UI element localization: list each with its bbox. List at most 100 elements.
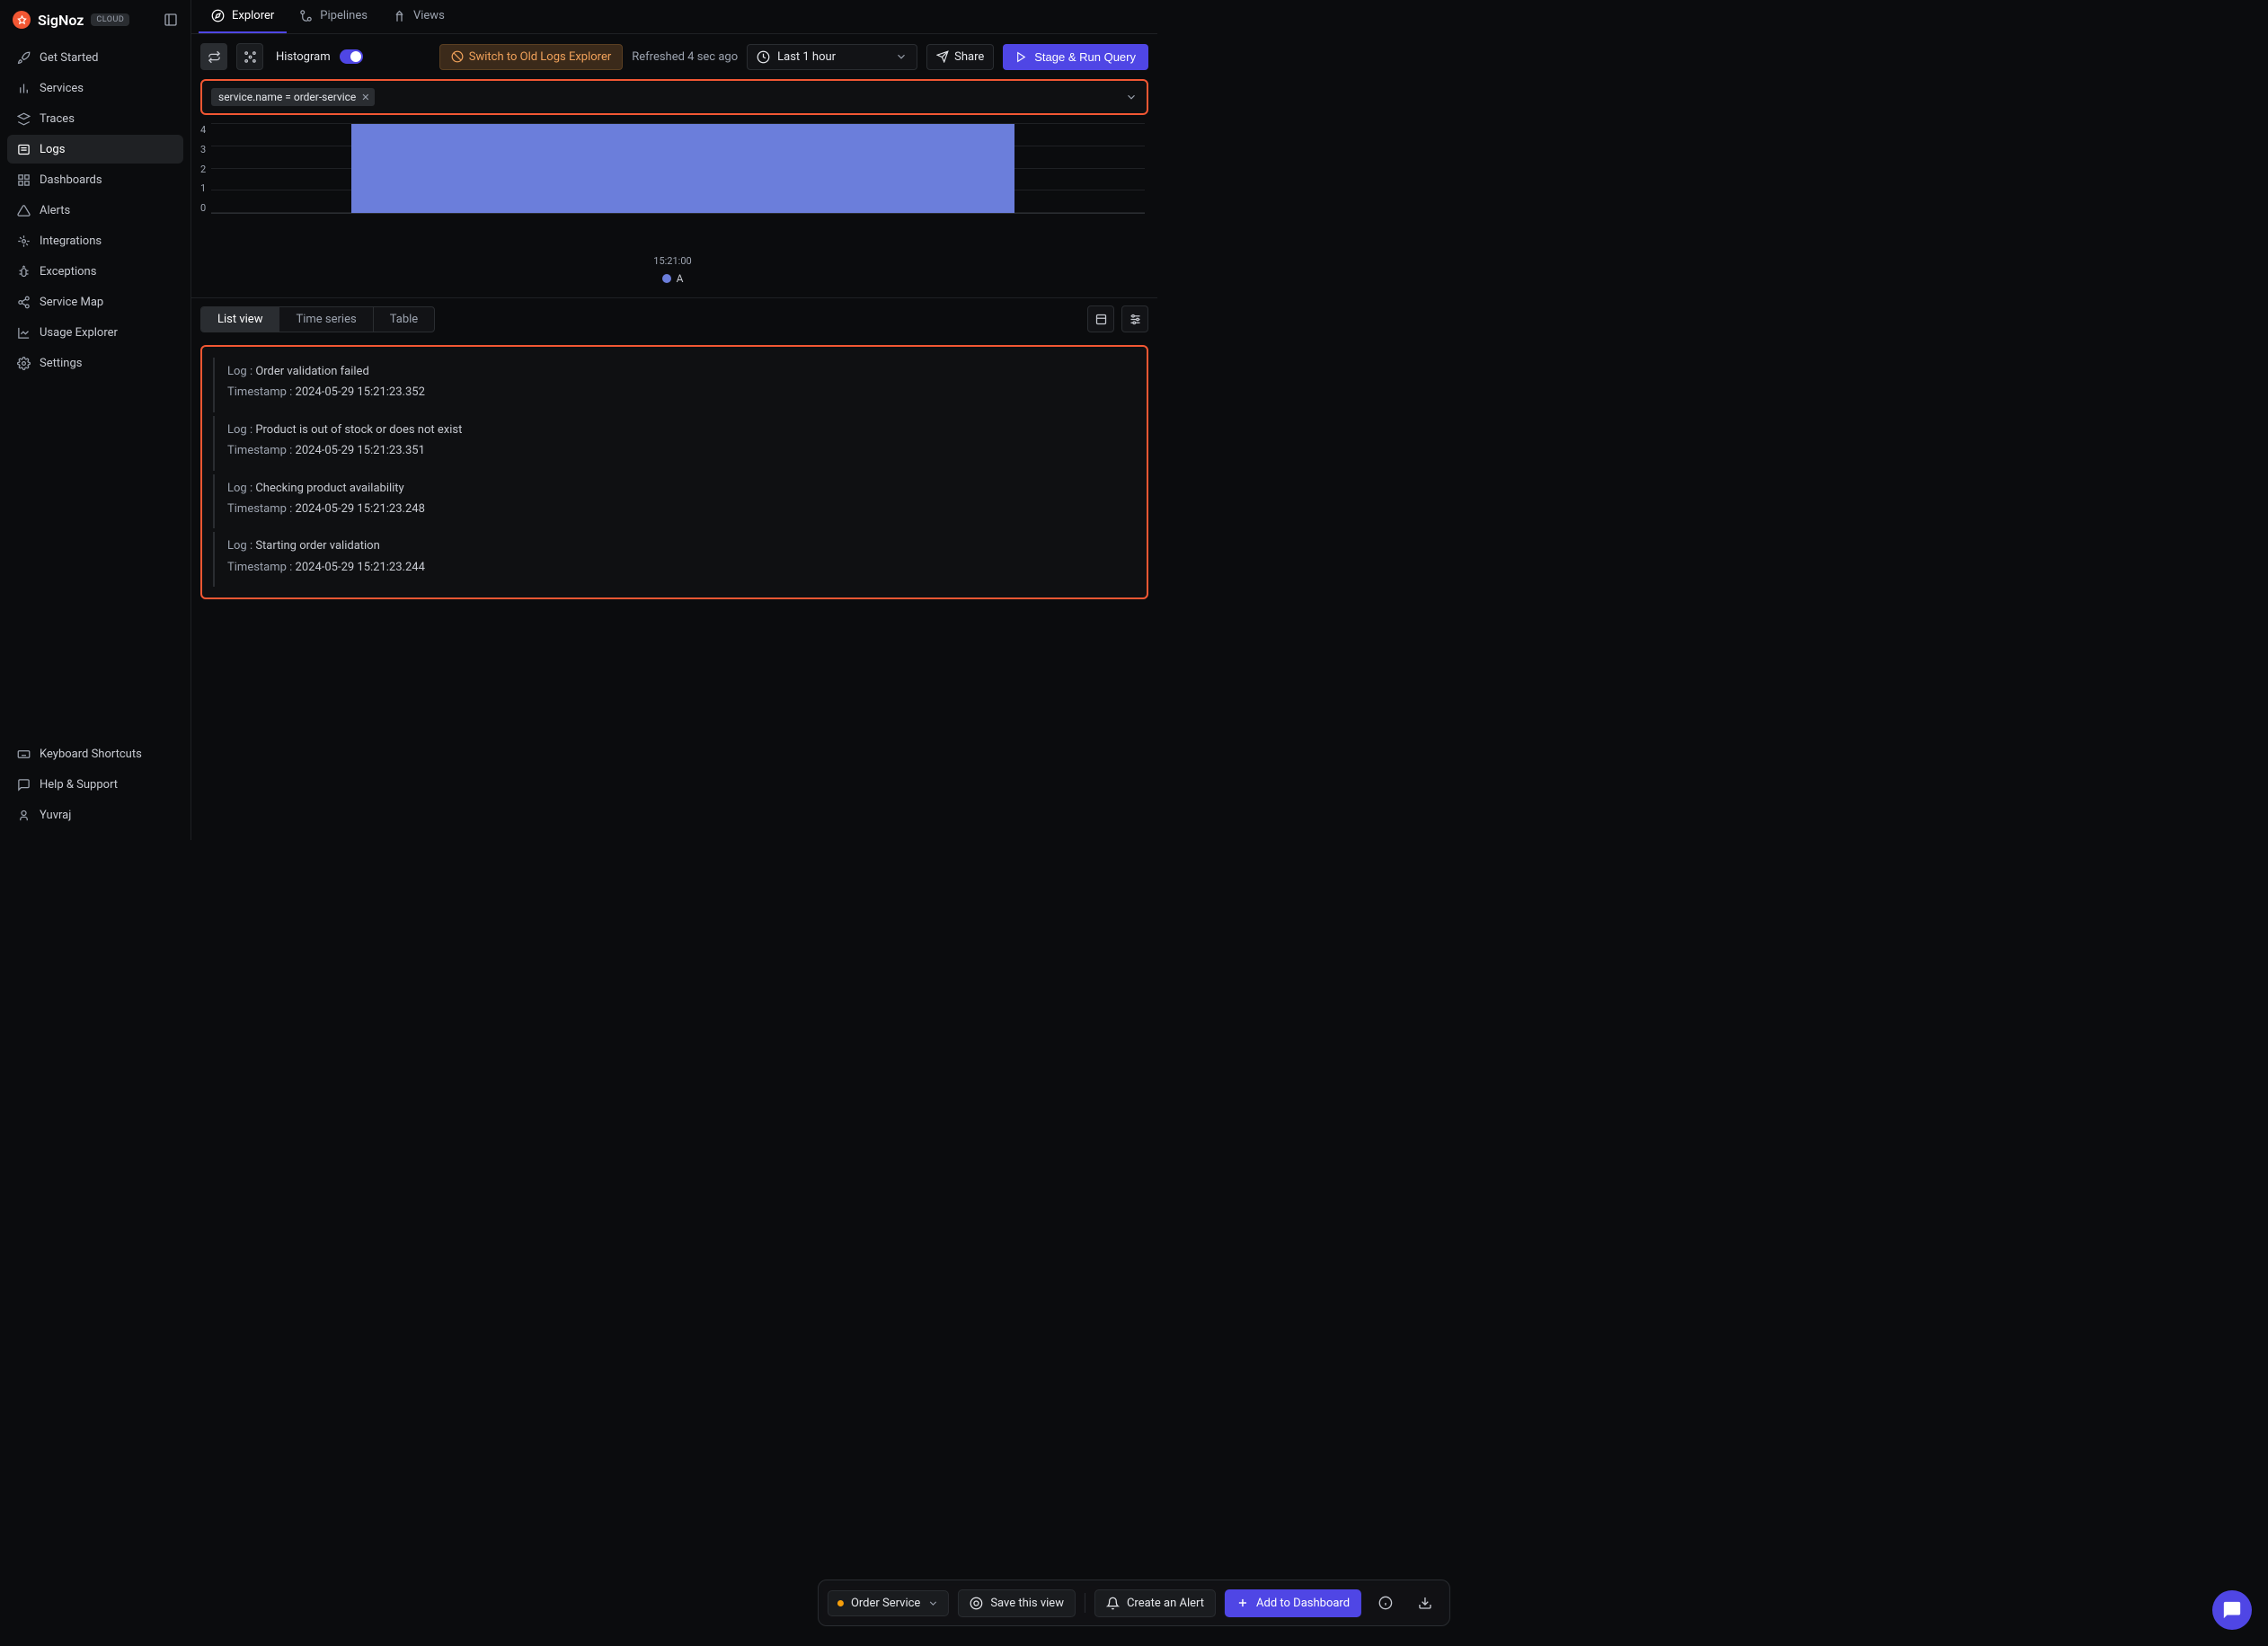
settings-sliders-button[interactable]	[1121, 305, 1148, 332]
chevron-down-icon	[895, 50, 908, 63]
sidebar-item-help-support[interactable]: Help & Support	[7, 770, 183, 799]
legend-dot-icon	[662, 274, 671, 283]
sidebar-item-label: Keyboard Shortcuts	[40, 748, 142, 761]
sidebar-item-label: Dashboards	[40, 173, 102, 187]
sidebar-item-label: Get Started	[40, 51, 98, 65]
bar-chart-icon	[16, 81, 31, 95]
play-icon	[1015, 51, 1027, 63]
chat-bubble[interactable]	[2212, 1590, 2252, 1630]
create-alert-button[interactable]: Create an Alert	[1094, 1589, 1216, 1617]
save-view-label: Save this view	[990, 1597, 1064, 1610]
sync-button[interactable]	[200, 43, 227, 70]
service-select[interactable]: Order Service	[828, 1590, 949, 1616]
switch-label: Switch to Old Logs Explorer	[469, 50, 611, 64]
run-query-button[interactable]: Stage & Run Query	[1003, 44, 1148, 70]
download-button[interactable]	[1410, 1588, 1440, 1618]
log-message-line: Log : Starting order validation	[227, 535, 1127, 556]
tab-explorer[interactable]: Explorer	[199, 0, 287, 33]
chart-legend: A	[200, 267, 1145, 294]
chip-label: service.name = order-service	[218, 91, 356, 103]
sidebar-item-label: Services	[40, 82, 84, 95]
view-row: List view Time series Table	[191, 297, 1157, 340]
sidebar-header: SigNoz CLOUD	[7, 11, 183, 29]
share-button[interactable]: Share	[926, 44, 994, 70]
log-message-line: Log : Product is out of stock or does no…	[227, 420, 1127, 440]
bug-icon	[16, 264, 31, 279]
log-timestamp-line: Timestamp : 2024-05-29 15:21:23.352	[227, 382, 1127, 403]
time-range-select[interactable]: Last 1 hour	[747, 44, 917, 70]
y-tick: 4	[200, 124, 206, 136]
y-tick: 1	[200, 182, 206, 194]
x-axis-label: 15:21:00	[200, 250, 1145, 267]
save-view-button[interactable]: Save this view	[958, 1589, 1076, 1617]
tab-views[interactable]: Views	[380, 0, 457, 33]
sidebar-item-label: Traces	[40, 112, 75, 126]
tab-pipelines[interactable]: Pipelines	[287, 0, 380, 33]
view-tab-time-series[interactable]: Time series	[279, 307, 373, 332]
sidebar-item-integrations[interactable]: Integrations	[7, 226, 183, 255]
log-entry[interactable]: Log : Product is out of stock or does no…	[213, 416, 1136, 471]
toolbar: Histogram Switch to Old Logs Explorer Re…	[191, 34, 1157, 79]
log-entry[interactable]: Log : Checking product availabilityTimes…	[213, 474, 1136, 529]
sidebar-item-exceptions[interactable]: Exceptions	[7, 257, 183, 286]
legend-label: A	[677, 272, 684, 285]
main: Explorer Pipelines Views Histogram	[191, 0, 1157, 840]
logs-panel: Log : Order validation failedTimestamp :…	[200, 345, 1148, 599]
sidebar-item-service-map[interactable]: Service Map	[7, 288, 183, 316]
sidebar-item-alerts[interactable]: Alerts	[7, 196, 183, 225]
view-tabs: List view Time series Table	[200, 306, 435, 332]
sidebar-item-settings[interactable]: Settings	[7, 349, 183, 377]
format-button[interactable]	[1087, 305, 1114, 332]
sidebar-item-label: Help & Support	[40, 778, 118, 792]
y-tick: 3	[200, 144, 206, 155]
log-message-line: Log : Checking product availability	[227, 478, 1127, 499]
service-label: Order Service	[851, 1597, 920, 1610]
y-axis: 43210	[200, 124, 211, 214]
info-button[interactable]	[1370, 1588, 1401, 1618]
sidebar-item-get-started[interactable]: Get Started	[7, 43, 183, 72]
view-tab-label: List view	[217, 313, 262, 326]
view-tab-label: Time series	[296, 313, 356, 326]
chevron-down-icon[interactable]	[1125, 91, 1138, 103]
sidebar-item-label: Yuvraj	[40, 809, 71, 822]
histogram-toggle[interactable]	[340, 49, 363, 64]
status-dot-icon	[837, 1600, 844, 1606]
switch-old-explorer-button[interactable]: Switch to Old Logs Explorer	[439, 44, 623, 70]
query-input[interactable]: service.name = order-service ✕	[200, 79, 1148, 115]
disc-icon	[970, 1597, 983, 1610]
chart-bar	[351, 124, 1014, 213]
view-tab-list[interactable]: List view	[201, 307, 279, 332]
clock-icon	[757, 50, 770, 64]
time-range-label: Last 1 hour	[777, 50, 836, 64]
log-timestamp-line: Timestamp : 2024-05-29 15:21:23.244	[227, 557, 1127, 578]
query-builder-button[interactable]	[236, 43, 263, 70]
histogram-chart: 43210 15:21:00 A	[191, 115, 1157, 297]
sidebar-item-label: Integrations	[40, 235, 102, 248]
view-tab-table[interactable]: Table	[374, 307, 434, 332]
sidebar-item-usage-explorer[interactable]: Usage Explorer	[7, 318, 183, 347]
histogram-label: Histogram	[276, 50, 331, 64]
sidebar-item-label: Logs	[40, 143, 65, 156]
log-message-line: Log : Order validation failed	[227, 361, 1127, 382]
log-entry[interactable]: Log : Starting order validationTimestamp…	[213, 532, 1136, 587]
share-label: Share	[954, 50, 984, 64]
filter-chip[interactable]: service.name = order-service ✕	[211, 88, 375, 106]
forbid-icon	[451, 50, 464, 63]
plug-icon	[16, 234, 31, 248]
sidebar-item-keyboard-shortcuts[interactable]: Keyboard Shortcuts	[7, 739, 183, 768]
sidebar-item-services[interactable]: Services	[7, 74, 183, 102]
sidebar-item-traces[interactable]: Traces	[7, 104, 183, 133]
add-dashboard-button[interactable]: Add to Dashboard	[1225, 1589, 1361, 1617]
sidebar-bottom: Keyboard Shortcuts Help & Support Yuvraj	[7, 739, 183, 829]
run-label: Stage & Run Query	[1034, 50, 1136, 64]
brand-name: SigNoz	[38, 12, 84, 29]
sidebar-item-dashboards[interactable]: Dashboards	[7, 165, 183, 194]
sidebar-item-logs[interactable]: Logs	[7, 135, 183, 164]
close-icon[interactable]: ✕	[361, 92, 369, 103]
cloud-badge: CLOUD	[91, 13, 129, 26]
collapse-sidebar-icon[interactable]	[164, 13, 178, 27]
y-tick: 2	[200, 164, 206, 175]
sidebar-item-label: Service Map	[40, 296, 103, 309]
log-entry[interactable]: Log : Order validation failedTimestamp :…	[213, 358, 1136, 412]
sidebar-item-user[interactable]: Yuvraj	[7, 801, 183, 829]
